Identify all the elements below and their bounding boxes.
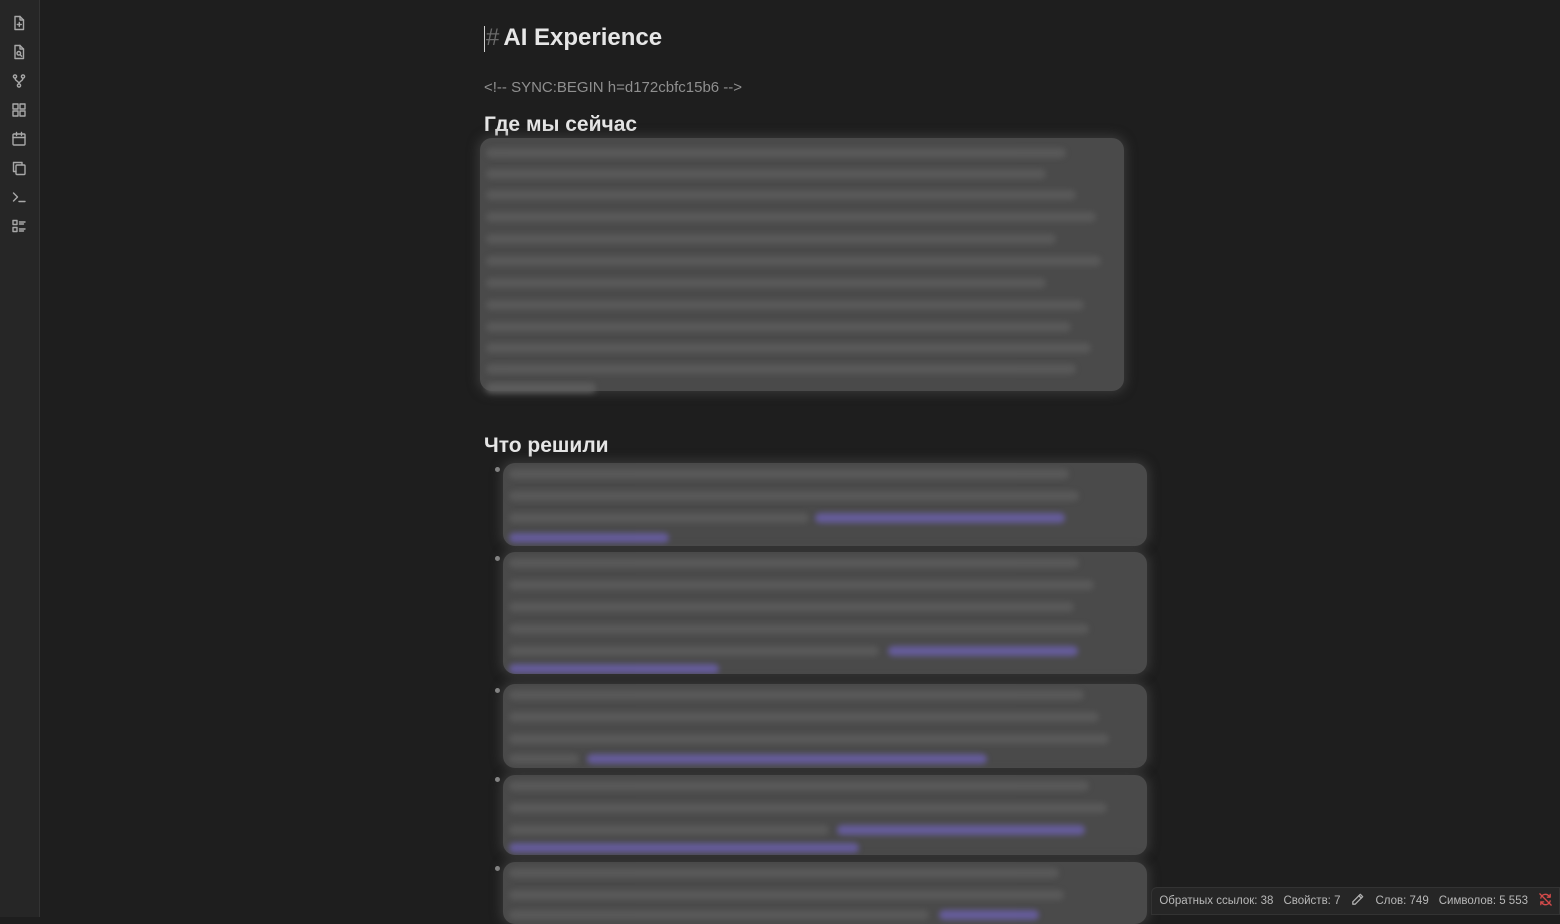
list-bullet [495, 866, 500, 871]
status-bar: Обратных ссылок: 38 Свойств: 7 Слов: 749… [1151, 887, 1560, 915]
note-title-text: AI Experience [503, 24, 663, 51]
redacted-text-residual [486, 383, 596, 393]
section-heading-decisions: Что решили [484, 434, 609, 457]
redacted-list-item [503, 775, 1147, 855]
git-branch-icon[interactable] [9, 71, 29, 91]
list-bullet [495, 556, 500, 561]
text-cursor [484, 25, 485, 52]
redacted-list-item [503, 463, 1147, 546]
grid-icon[interactable] [9, 100, 29, 120]
left-ribbon [0, 0, 40, 917]
backlinks-count[interactable]: Обратных ссылок: 38 [1159, 895, 1273, 907]
note-title: # AI Experience [484, 24, 662, 58]
section-heading-where-we-are: Где мы сейчас [484, 113, 638, 136]
editor-pane[interactable]: # AI Experience <!-- SYNC:BEGIN h=d172cbf… [40, 0, 1560, 924]
calendar-icon[interactable] [9, 129, 29, 149]
list-bullet [495, 467, 500, 472]
list-bullet [495, 777, 500, 782]
redacted-paragraph [480, 138, 1124, 391]
file-plus-icon[interactable] [9, 13, 29, 33]
file-search-icon[interactable] [9, 42, 29, 62]
list-bullet [495, 688, 500, 693]
properties-count[interactable]: Свойств: 7 [1283, 895, 1340, 907]
sync-error-icon[interactable] [1538, 892, 1553, 910]
char-count: Символов: 5 553 [1438, 895, 1528, 907]
redacted-list-item [503, 684, 1147, 768]
heading-hash: # [486, 24, 500, 51]
checklist-icon[interactable] [9, 216, 29, 236]
sync-comment: <!-- SYNC:BEGIN h=d172cbfc15b6 --> [484, 79, 743, 96]
copy-icon[interactable] [9, 158, 29, 178]
edit-mode-icon[interactable] [1350, 892, 1365, 910]
word-count: Слов: 749 [1375, 895, 1429, 907]
terminal-icon[interactable] [9, 187, 29, 207]
redacted-list-item [503, 862, 1147, 924]
redacted-list-item [503, 552, 1147, 674]
